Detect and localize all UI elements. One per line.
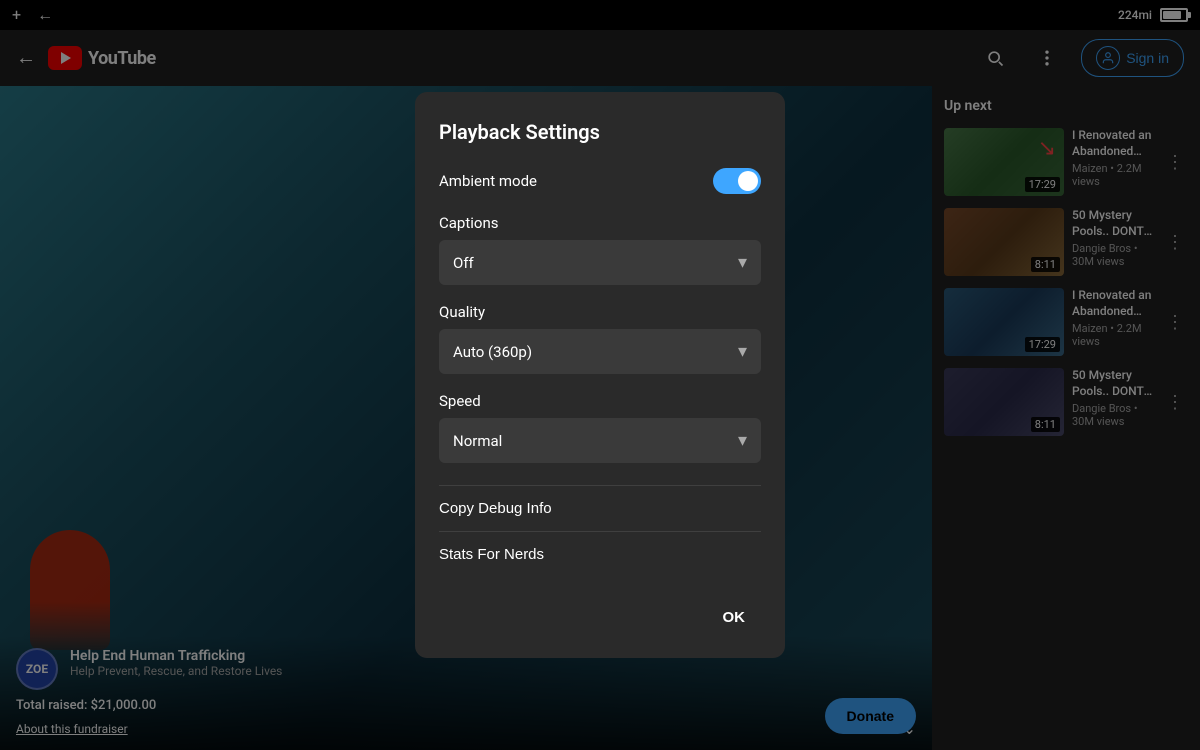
stats-for-nerds-button[interactable]: Stats For Nerds — [439, 531, 761, 577]
ambient-mode-toggle[interactable] — [713, 168, 761, 194]
speed-chevron-icon: ▾ — [738, 430, 747, 451]
modal-footer: OK — [439, 593, 761, 634]
captions-value: Off — [453, 254, 474, 272]
quality-chevron-icon: ▾ — [738, 341, 747, 362]
ok-button[interactable]: OK — [707, 601, 762, 634]
speed-value: Normal — [453, 432, 502, 450]
captions-chevron-icon: ▾ — [738, 252, 747, 273]
speed-label: Speed — [439, 392, 761, 410]
ambient-mode-row: Ambient mode — [439, 168, 761, 194]
quality-value: Auto (360p) — [453, 343, 532, 361]
playback-settings-modal: Playback Settings Ambient mode Captions … — [415, 92, 785, 658]
quality-label: Quality — [439, 303, 761, 321]
captions-group: Captions Off ▾ — [439, 214, 761, 285]
toggle-knob — [738, 171, 758, 191]
ambient-mode-label: Ambient mode — [439, 172, 537, 190]
modal-overlay: Playback Settings Ambient mode Captions … — [0, 0, 1200, 750]
captions-label: Captions — [439, 214, 761, 232]
speed-select[interactable]: Normal ▾ — [439, 418, 761, 463]
captions-select[interactable]: Off ▾ — [439, 240, 761, 285]
speed-group: Speed Normal ▾ — [439, 392, 761, 463]
quality-group: Quality Auto (360p) ▾ — [439, 303, 761, 374]
quality-select[interactable]: Auto (360p) ▾ — [439, 329, 761, 374]
modal-title: Playback Settings — [439, 120, 761, 144]
copy-debug-button[interactable]: Copy Debug Info — [439, 485, 761, 531]
